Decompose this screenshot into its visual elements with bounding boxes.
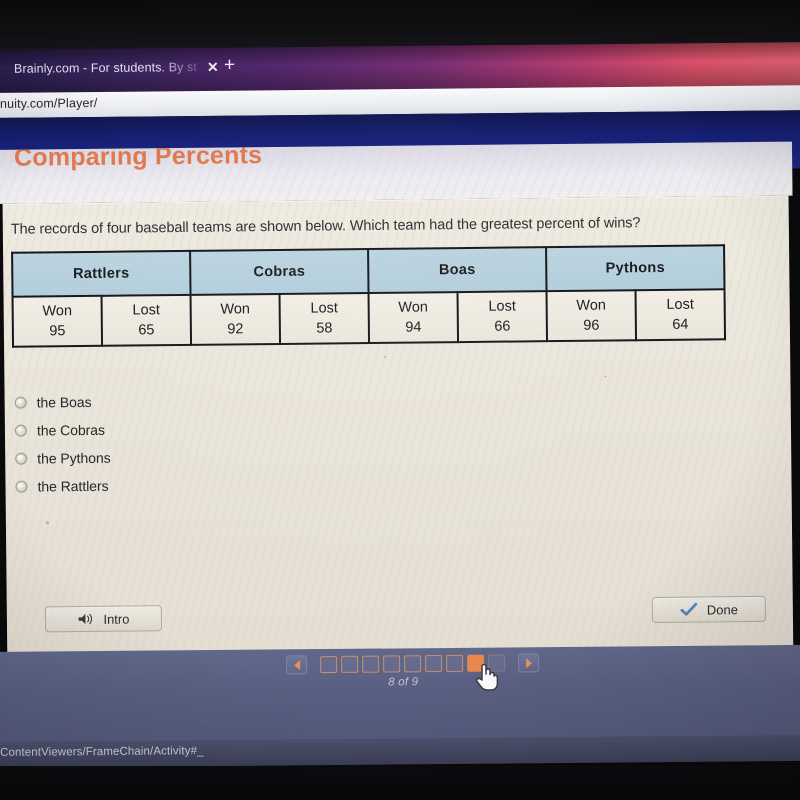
table-cell-lost-label: Lost [666,296,694,313]
table-cell-won: Won 92 [190,293,281,345]
speaker-icon [79,613,93,625]
table-cell-lost: Lost 66 [457,291,548,343]
table-cell-lost: Lost 58 [279,293,370,344]
browser-tab-brainly[interactable]: Brainly.com - For students. By st ✕ [6,57,227,79]
table-cell-lost-value: 66 [494,318,511,335]
table-cell-lost-label: Lost [310,300,338,317]
table-cell-lost-label: Lost [132,302,160,319]
table-cell-won-value: 94 [405,319,422,336]
pagination-bar: 8 of 9 [0,644,800,744]
answer-choice-label: the Cobras [36,421,106,439]
table-cell-won-value: 96 [583,317,600,334]
answer-choice-boas[interactable]: the Boas [14,388,111,417]
radio-button-icon[interactable] [15,452,28,465]
table-cell-lost-value: 65 [138,322,155,339]
page-dot-7[interactable] [446,654,464,673]
triangle-left-icon [293,659,300,670]
check-icon [680,602,698,616]
lesson-page: Comparing Percents The records of four b… [0,141,797,655]
page-dot-list [320,654,506,674]
page-dot-1[interactable] [320,655,338,674]
table-cell-won: Won 96 [546,290,637,342]
monitor-photo: Brainly.com - For students. By st ✕ + nu… [0,0,800,800]
page-dot-6[interactable] [425,655,443,673]
records-table: Rattlers Cobras Boas Pythons Won 95 Lost… [11,244,726,347]
status-bar-text: ContentViewers/FrameChain/Activity#_ [0,745,204,759]
page-dot-3[interactable] [362,655,380,673]
answer-choice-pythons[interactable]: the Pythons [15,444,111,473]
answer-choice-label: the Rattlers [37,477,109,495]
dust-speck [604,375,607,378]
page-dot-2[interactable] [341,655,359,673]
table-cell-lost-value: 58 [316,320,333,337]
page-dot-9[interactable] [488,654,506,672]
table-cell-won-value: 92 [227,321,244,338]
dust-speck [45,521,49,525]
intro-button-label: Intro [103,611,130,627]
plus-icon[interactable]: + [224,55,235,76]
dust-speck [384,355,387,358]
page-dot-8-current[interactable] [467,654,485,672]
table-header-team: Rattlers [12,250,191,297]
answer-choice-label: the Pythons [37,449,111,467]
next-page-button[interactable] [518,653,540,673]
radio-button-icon[interactable] [15,480,28,493]
table-header-team: Pythons [546,245,725,292]
question-sheet: The records of four baseball teams are s… [2,195,794,655]
table-row-records: Won 95 Lost 65 Won 92 Lost 58 Won 94 Los… [12,289,726,347]
table-cell-won-value: 95 [49,323,66,340]
table-cell-won-label: Won [220,301,251,318]
radio-button-icon[interactable] [14,396,27,409]
lesson-title-strip: Comparing Percents [0,141,793,204]
table-cell-won: Won 94 [368,292,459,344]
previous-page-button[interactable] [286,655,308,675]
table-cell-won-label: Won [42,303,73,320]
close-icon[interactable]: ✕ [207,59,219,75]
browser-tab-title: Brainly.com - For students. By st [13,60,198,76]
monitor-bezel-bottom [0,766,800,800]
page-dot-5[interactable] [404,655,422,673]
answer-choice-label: the Boas [36,393,92,411]
triangle-right-icon [525,657,532,668]
question-text: The records of four baseball teams are s… [10,215,641,238]
table-cell-lost-value: 64 [672,316,689,333]
answer-choice-rattlers[interactable]: the Rattlers [15,472,111,501]
done-button[interactable]: Done [651,595,766,624]
address-bar-url: nuity.com/Player/ [0,95,98,111]
table-cell-lost: Lost 65 [101,294,192,346]
page-counter: 8 of 9 [388,676,419,689]
page-dot-4[interactable] [383,655,401,673]
table-row-team-headers: Rattlers Cobras Boas Pythons [12,245,725,297]
done-button-label: Done [706,601,738,617]
table-cell-won-label: Won [576,297,607,314]
table-cell-won: Won 95 [12,295,103,347]
table-cell-lost: Lost 64 [635,289,726,341]
pagination-controls [286,653,540,675]
table-header-team: Boas [368,247,547,294]
intro-button[interactable]: Intro [44,605,163,633]
table-header-team: Cobras [190,249,369,295]
table-cell-lost-label: Lost [488,298,516,315]
radio-button-icon[interactable] [14,424,28,437]
answer-choice-list: the Boas the Cobras the Pythons the Ratt… [14,388,112,501]
answer-choice-cobras[interactable]: the Cobras [14,416,111,445]
table-cell-won-label: Won [398,299,429,316]
records-table-container: Rattlers Cobras Boas Pythons Won 95 Lost… [11,244,726,347]
